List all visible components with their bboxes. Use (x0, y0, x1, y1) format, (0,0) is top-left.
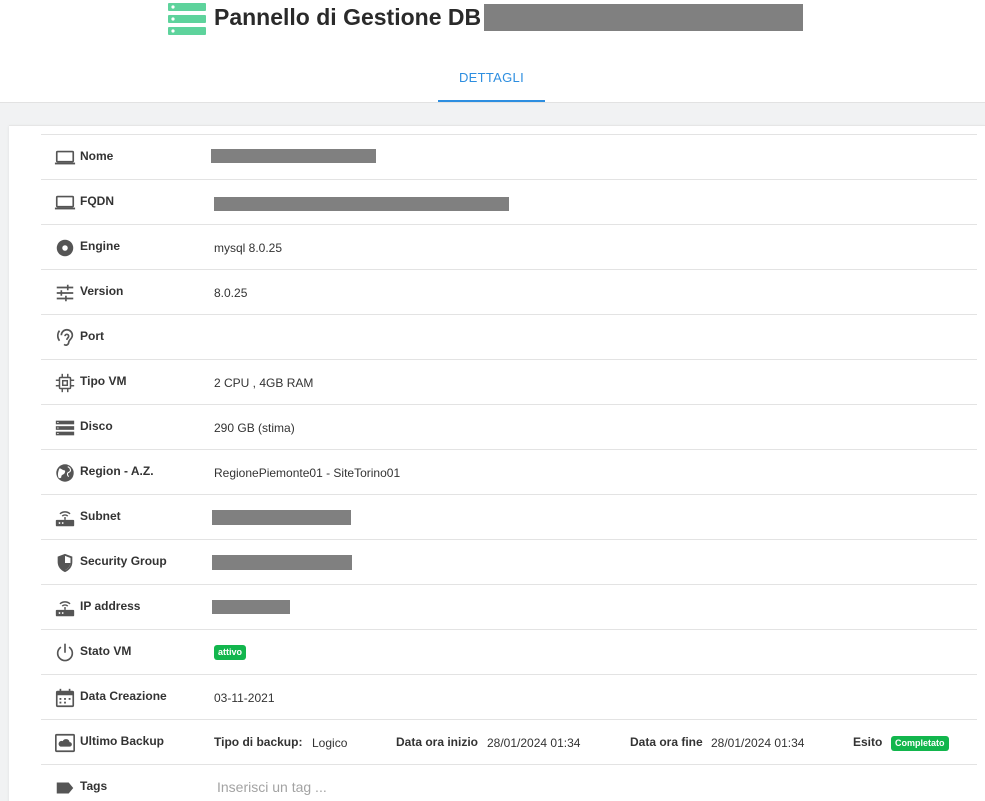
laptop-icon (54, 147, 76, 169)
detail-label: Security Group (80, 554, 167, 568)
detail-row-port: Port (41, 314, 977, 359)
detail-row-security-group: Security Group (41, 539, 977, 584)
detail-label: Data Creazione (80, 689, 167, 703)
laptop-icon (54, 192, 76, 214)
detail-value: RegionePiemonte01 - SiteTorino01 (214, 466, 401, 480)
detail-row-engine: Engine mysql 8.0.25 (41, 224, 977, 269)
backup-end-label: Data ora fine (630, 735, 703, 749)
detail-label: Port (80, 329, 104, 343)
detail-label: Stato VM (80, 644, 132, 658)
database-server-icon (168, 3, 206, 35)
detail-row-subnet: Subnet (41, 494, 977, 539)
calendar-icon (54, 687, 76, 709)
backup-result-badge: Completato (891, 736, 949, 751)
detail-label: Nome (80, 149, 114, 163)
detail-label: Disco (80, 419, 113, 433)
detail-value: 03-11-2021 (214, 691, 275, 705)
sliders-icon (54, 282, 76, 304)
backup-type-label: Tipo di backup: (214, 735, 303, 749)
backup-type-value: Logico (312, 736, 348, 750)
detail-value: 8.0.25 (214, 286, 248, 300)
detail-label: Region - A.Z. (80, 464, 154, 478)
tag-icon (54, 777, 76, 799)
globe-icon (54, 462, 76, 484)
backup-result-label: Esito (853, 735, 883, 749)
page-title: Pannello di Gestione DB (214, 4, 482, 30)
detail-label: FQDN (80, 194, 114, 208)
power-icon (54, 642, 76, 664)
backup-start-label: Data ora inizio (396, 735, 479, 749)
detail-row-tags: Tags (41, 764, 977, 801)
cloud-backup-icon (54, 732, 76, 754)
tab-dettagli-label: DETTAGLI (458, 70, 524, 85)
router-icon (54, 597, 76, 619)
detail-value: 290 GB (stima) (214, 421, 295, 435)
details-card: Nome FQDN Engine mysql 8.0.25 Version 8.… (9, 125, 985, 801)
tab-active-indicator (438, 100, 545, 102)
detail-row-version: Version 8.0.25 (41, 269, 977, 314)
tag-input[interactable] (211, 773, 711, 801)
shield-icon (54, 552, 76, 574)
cpu-chip-icon (54, 372, 76, 394)
detail-label: Subnet (80, 509, 121, 523)
detail-row-stato-vm: Stato VM attivo (41, 629, 977, 674)
redacted-title-suffix (484, 4, 803, 31)
redacted-value (212, 510, 351, 525)
detail-label: Tags (80, 779, 108, 793)
backup-start-value: 28/01/2024 01:34 (487, 736, 581, 750)
redacted-value (212, 555, 352, 570)
router-icon (54, 507, 76, 529)
redacted-value (211, 149, 376, 163)
detail-row-fqdn: FQDN (41, 179, 977, 224)
redacted-value (212, 600, 290, 614)
disc-icon (54, 237, 76, 259)
detail-label: Engine (80, 239, 121, 253)
detail-row-disco: Disco 290 GB (stima) (41, 404, 977, 449)
detail-value: 2 CPU , 4GB RAM (214, 376, 314, 390)
storage-icon (54, 417, 76, 439)
detail-label: Ultimo Backup (80, 734, 165, 748)
detail-row-tipo-vm: Tipo VM 2 CPU , 4GB RAM (41, 359, 977, 404)
detail-row-nome: Nome (41, 134, 977, 179)
redacted-value (214, 197, 509, 211)
detail-label: IP address (80, 599, 141, 613)
detail-row-region: Region - A.Z. RegionePiemonte01 - SiteTo… (41, 449, 977, 494)
app-header: Pannello di Gestione DB DETTAGLI (0, 0, 985, 103)
detail-value: mysql 8.0.25 (214, 241, 283, 255)
ear-icon (54, 327, 76, 349)
detail-label: Version (80, 284, 124, 298)
backup-end-value: 28/01/2024 01:34 (711, 736, 805, 750)
detail-label: Tipo VM (80, 374, 127, 388)
detail-row-data-creazione: Data Creazione 03-11-2021 (41, 674, 977, 719)
tab-dettagli[interactable]: DETTAGLI (438, 56, 545, 102)
status-badge: attivo (214, 645, 247, 660)
detail-row-ip-address: IP address (41, 584, 977, 629)
detail-row-ultimo-backup: Ultimo Backup Tipo di backup: Logico Dat… (41, 719, 977, 764)
